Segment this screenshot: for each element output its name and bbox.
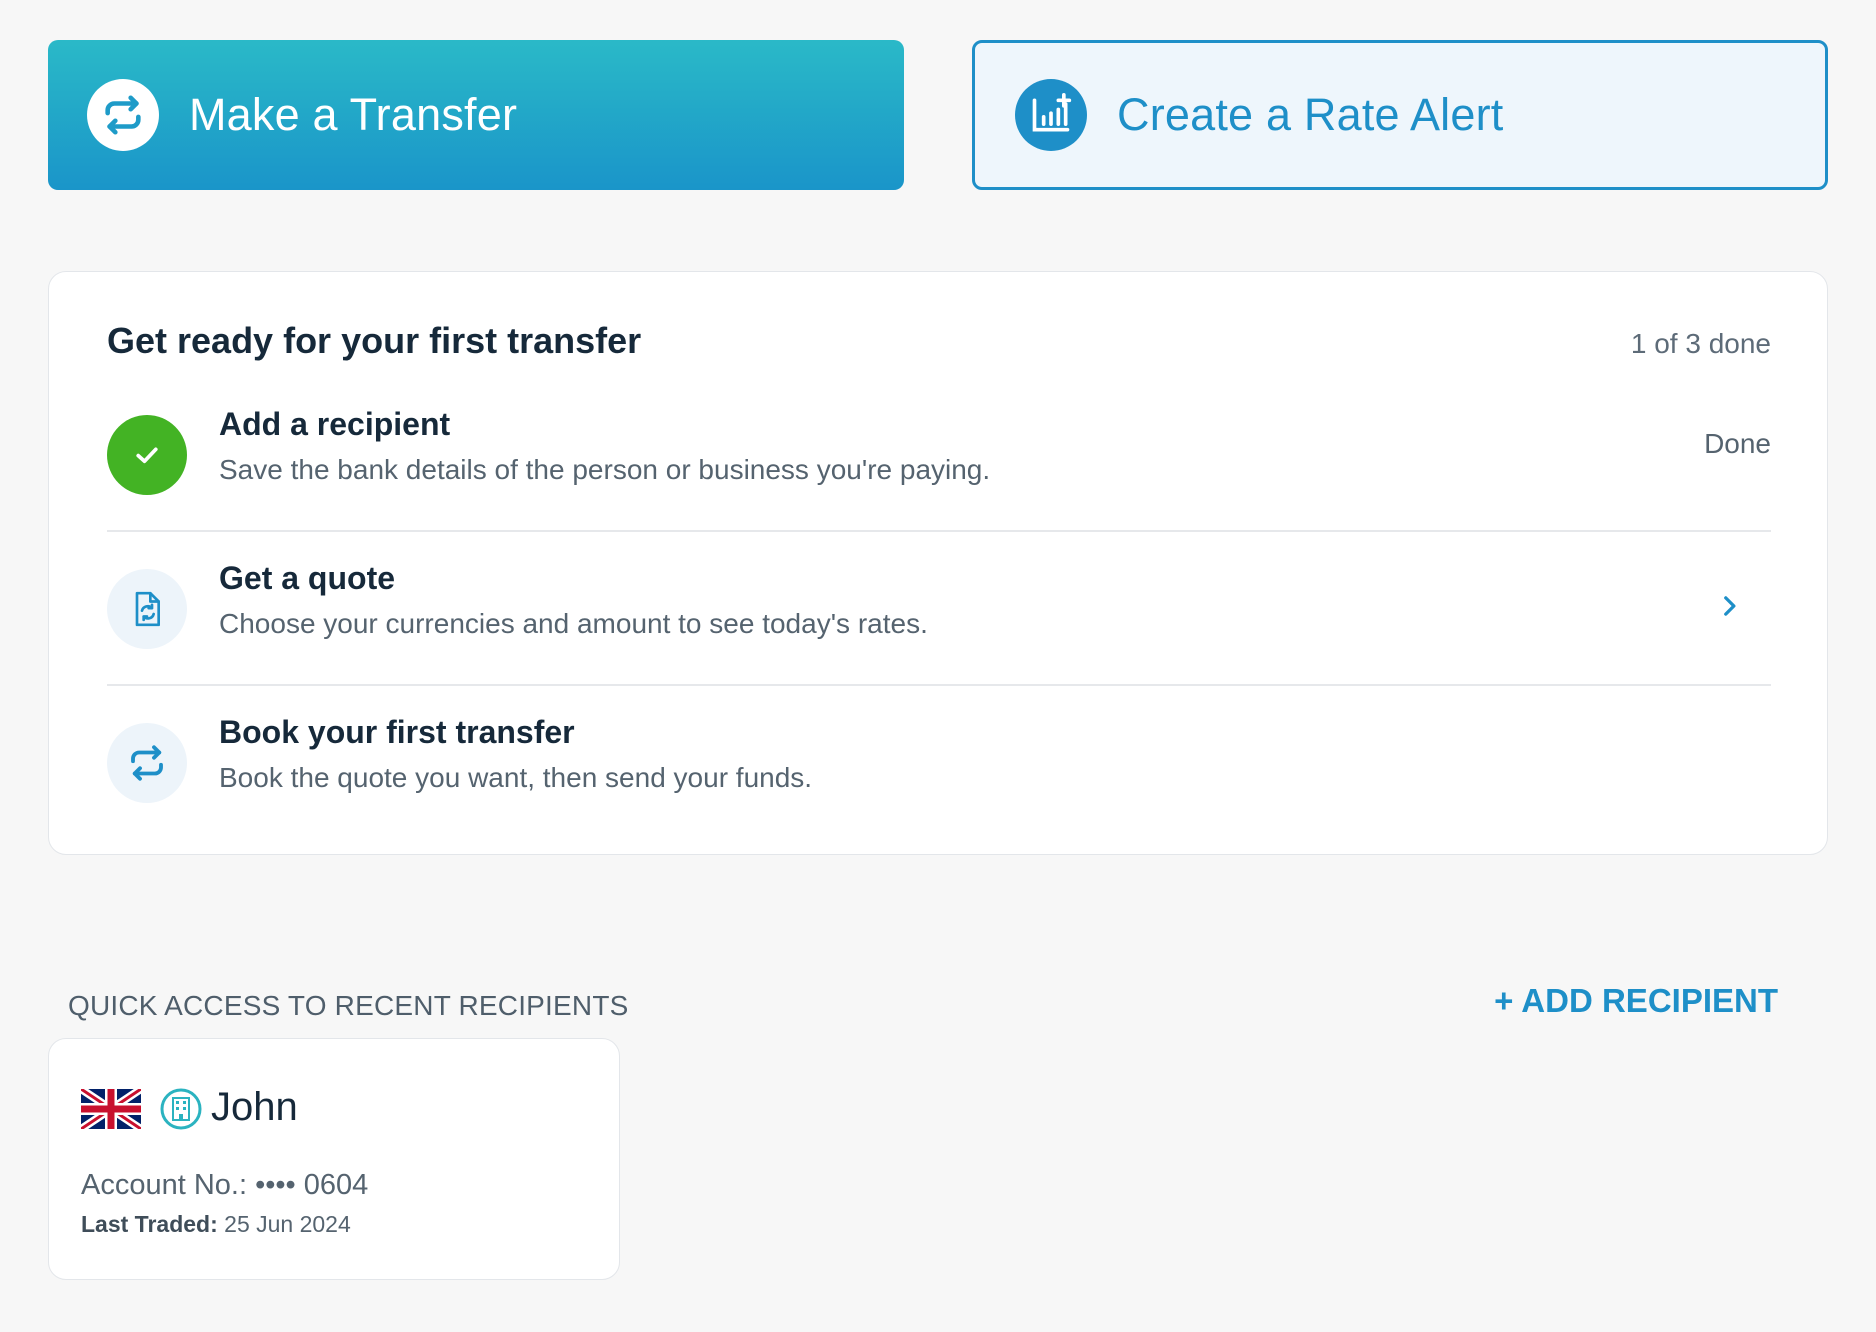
step-title: Book your first transfer — [219, 714, 575, 750]
uk-flag-icon — [81, 1089, 141, 1129]
recipient-account: Account No.: •••• 0604 — [81, 1169, 368, 1202]
check-icon — [107, 415, 187, 495]
make-transfer-button[interactable]: Make a Transfer — [48, 40, 904, 190]
last-traded-date: 25 Jun 2024 — [224, 1211, 351, 1237]
make-transfer-label: Make a Transfer — [189, 89, 518, 140]
step-add-recipient: Add a recipient Save the bank details of… — [107, 378, 1771, 532]
recent-recipients-label: QUICK ACCESS TO RECENT RECIPIENTS — [68, 990, 629, 1021]
transfer-arrows-icon — [107, 723, 187, 803]
step-description: Save the bank details of the person or b… — [219, 454, 991, 485]
step-title: Add a recipient — [219, 406, 451, 442]
step-description: Choose your currencies and amount to see… — [219, 608, 928, 639]
quote-document-icon — [107, 569, 187, 649]
checklist-title: Get ready for your first transfer — [107, 320, 642, 361]
last-traded-label: Last Traded: — [81, 1211, 218, 1237]
step-book-transfer: Book your first transfer Book the quote … — [107, 686, 1771, 840]
create-rate-alert-label: Create a Rate Alert — [1117, 89, 1504, 140]
bank-building-icon — [160, 1088, 202, 1130]
account-number-masked: •••• 0604 — [255, 1169, 369, 1201]
checklist-progress: 1 of 3 done — [1630, 328, 1771, 359]
step-title: Get a quote — [219, 560, 396, 596]
rate-alert-chart-icon — [1015, 79, 1087, 151]
account-label: Account No.: — [81, 1169, 248, 1201]
add-recipient-button[interactable]: + ADD RECIPIENT — [1494, 982, 1778, 1020]
recipient-last-traded: Last Traded: 25 Jun 2024 — [81, 1211, 351, 1238]
step-status: Done — [1704, 428, 1771, 459]
create-rate-alert-button[interactable]: Create a Rate Alert — [972, 40, 1828, 190]
recipient-card-john[interactable]: John Account No.: •••• 0604 Last Traded:… — [48, 1038, 620, 1280]
recipient-name: John — [211, 1085, 298, 1129]
transfer-arrows-icon — [87, 79, 159, 151]
chevron-right-icon[interactable] — [1709, 586, 1749, 626]
step-get-quote[interactable]: Get a quote Choose your currencies and a… — [107, 532, 1771, 686]
step-description: Book the quote you want, then send your … — [219, 762, 813, 793]
first-transfer-checklist-card: Get ready for your first transfer 1 of 3… — [48, 271, 1828, 855]
